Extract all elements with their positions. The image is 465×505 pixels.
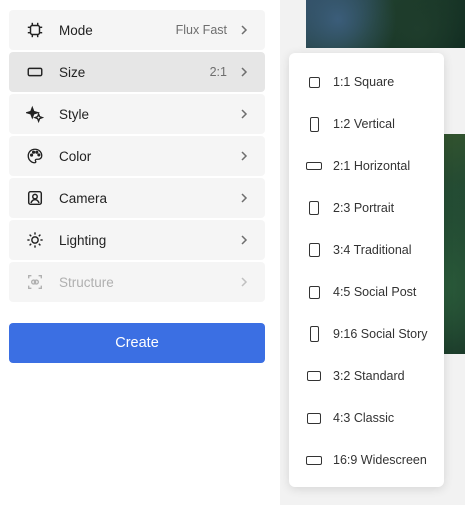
menu-item-label: Style — [59, 106, 90, 122]
chevron-right-icon — [239, 193, 249, 203]
gallery-image-forest-top[interactable] — [306, 0, 465, 48]
size-option-4-5[interactable]: 4:5 Social Post — [289, 271, 444, 313]
size-option-label: 3:2 Standard — [333, 369, 405, 383]
size-option-label: 16:9 Widescreen — [333, 453, 427, 467]
settings-menu: Mode Flux Fast Size 2:1 Style Color Came… — [9, 10, 265, 304]
size-option-2-1[interactable]: 2:1 Horizontal — [289, 145, 444, 187]
size-option-16-9[interactable]: 16:9 Widescreen — [289, 439, 444, 481]
aspect-portrait-icon — [305, 199, 323, 217]
size-option-label: 4:3 Classic — [333, 411, 395, 425]
menu-item-structure[interactable]: Structure — [9, 262, 265, 302]
aspect-vertical-icon — [305, 115, 323, 133]
menu-item-label: Color — [59, 148, 92, 164]
menu-item-style[interactable]: Style — [9, 94, 265, 134]
aspect-traditional-icon — [305, 241, 323, 259]
size-option-4-3[interactable]: 4:3 Classic — [289, 397, 444, 439]
menu-item-label: Mode — [59, 22, 93, 38]
menu-item-label: Structure — [59, 274, 114, 290]
menu-item-label: Camera — [59, 190, 108, 206]
size-option-label: 1:2 Vertical — [333, 117, 395, 131]
menu-item-camera[interactable]: Camera — [9, 178, 265, 218]
camera-icon — [25, 188, 45, 208]
size-option-label: 9:16 Social Story — [333, 327, 428, 341]
create-button[interactable]: Create — [9, 323, 265, 363]
menu-item-color[interactable]: Color — [9, 136, 265, 176]
sparkle-stars-icon — [25, 104, 45, 124]
size-option-label: 1:1 Square — [333, 75, 395, 89]
menu-item-value: 2:1 — [209, 65, 227, 79]
size-rectangle-icon — [25, 62, 45, 82]
size-option-9-16[interactable]: 9:16 Social Story — [289, 313, 444, 355]
chip-icon — [25, 20, 45, 40]
chevron-right-icon — [239, 25, 249, 35]
size-option-1-1[interactable]: 1:1 Square — [289, 61, 444, 103]
settings-panel: Mode Flux Fast Size 2:1 Style Color Came… — [0, 0, 280, 505]
structure-scan-icon — [25, 272, 45, 292]
aspect-widescreen-icon — [305, 451, 323, 469]
menu-item-size[interactable]: Size 2:1 — [9, 52, 265, 92]
menu-item-lighting[interactable]: Lighting — [9, 220, 265, 260]
chevron-right-icon — [239, 109, 249, 119]
palette-icon — [25, 146, 45, 166]
size-option-3-4[interactable]: 3:4 Traditional — [289, 229, 444, 271]
sun-icon — [25, 230, 45, 250]
aspect-standard-icon — [305, 367, 323, 385]
size-option-label: 2:1 Horizontal — [333, 159, 411, 173]
size-option-label: 4:5 Social Post — [333, 285, 417, 299]
aspect-classic-icon — [305, 409, 323, 427]
chevron-right-icon — [239, 277, 249, 287]
size-dropdown: 1:1 Square 1:2 Vertical 2:1 Horizontal 2… — [289, 53, 444, 487]
menu-item-value: Flux Fast — [175, 23, 227, 37]
aspect-square-icon — [305, 73, 323, 91]
size-option-1-2[interactable]: 1:2 Vertical — [289, 103, 444, 145]
chevron-right-icon — [239, 67, 249, 77]
aspect-social-story-icon — [305, 325, 323, 343]
menu-item-mode[interactable]: Mode Flux Fast — [9, 10, 265, 50]
size-option-label: 2:3 Portrait — [333, 201, 395, 215]
menu-item-label: Lighting — [59, 232, 107, 248]
chevron-right-icon — [239, 151, 249, 161]
menu-item-label: Size — [59, 64, 86, 80]
size-option-2-3[interactable]: 2:3 Portrait — [289, 187, 444, 229]
chevron-right-icon — [239, 235, 249, 245]
size-option-3-2[interactable]: 3:2 Standard — [289, 355, 444, 397]
aspect-social-post-icon — [305, 283, 323, 301]
aspect-horizontal-icon — [305, 157, 323, 175]
size-option-label: 3:4 Traditional — [333, 243, 412, 257]
